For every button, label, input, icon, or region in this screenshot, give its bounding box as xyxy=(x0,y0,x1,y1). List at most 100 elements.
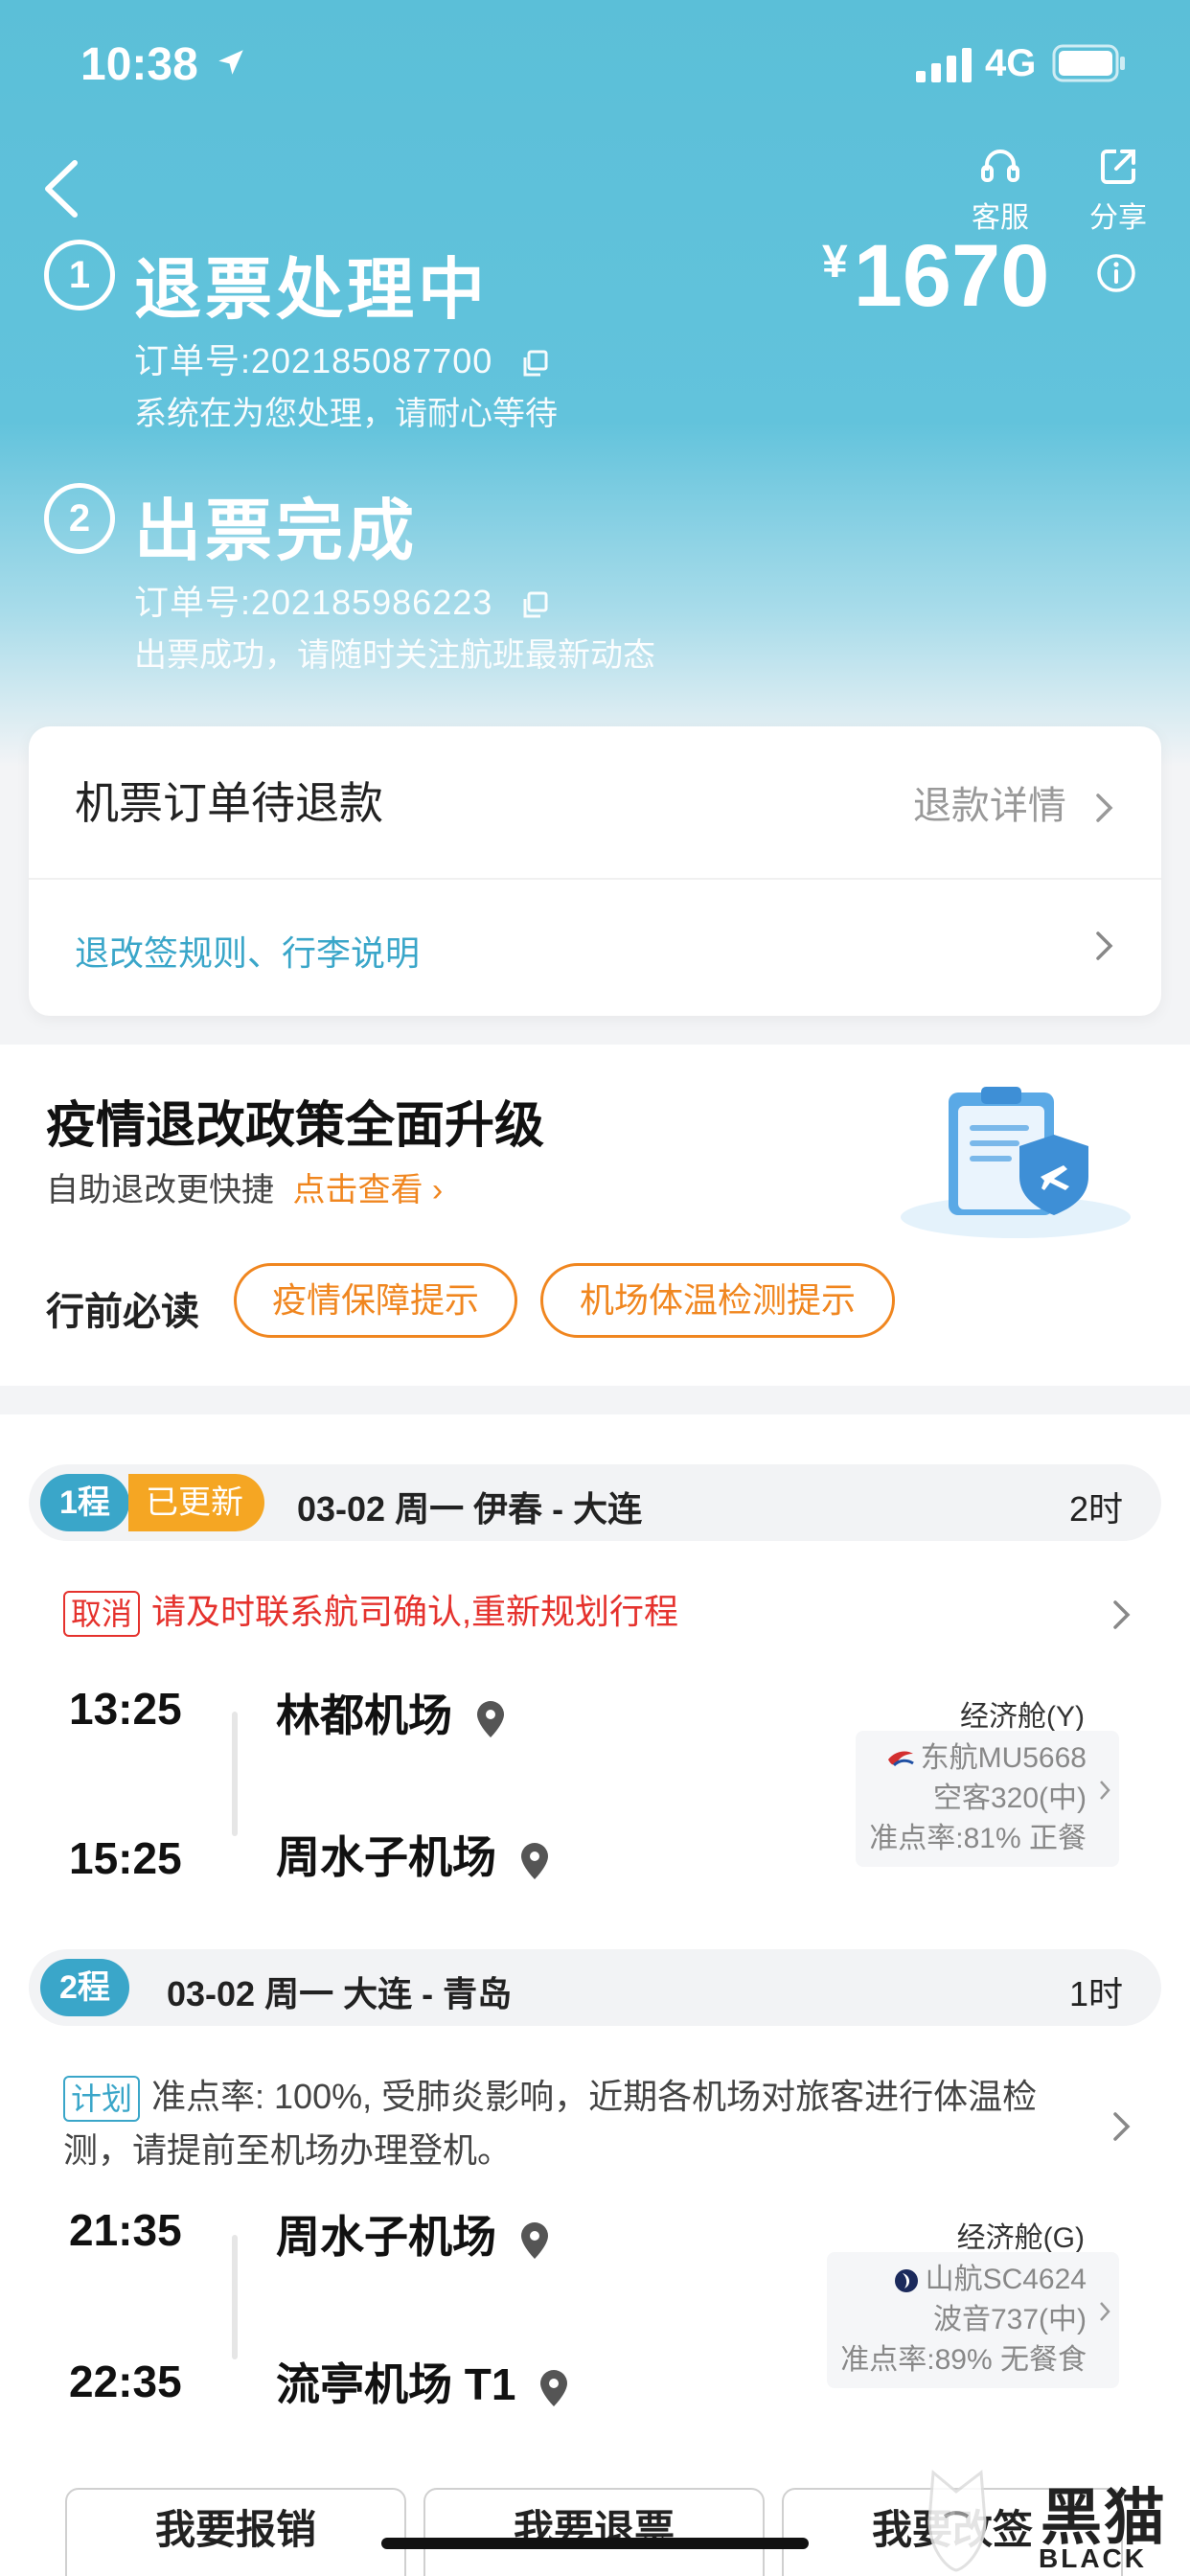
updated-badge: 已更新 xyxy=(128,1474,264,1531)
order-number-text: 订单号:202185986223 xyxy=(134,583,493,622)
order-number: 订单号:202185986223 xyxy=(134,575,549,625)
reimburse-button[interactable]: 我要报销 xyxy=(65,2488,406,2576)
share-label: 分享 xyxy=(1089,202,1147,234)
step-description: 系统在为您处理，请耐心等待 xyxy=(134,396,558,432)
price-amount: 1670 xyxy=(853,227,1050,325)
signal-icon xyxy=(916,48,972,82)
status-bar: 10:38 4G xyxy=(0,0,1190,134)
headset-icon xyxy=(981,150,1019,182)
depart-airport[interactable]: 林都机场 xyxy=(276,1681,507,1744)
info-icon[interactable] xyxy=(1096,253,1136,293)
order-price: ¥1670 xyxy=(822,226,1049,327)
order-number: 订单号:202185087700 xyxy=(134,334,549,383)
step-title: 退票处理中 xyxy=(134,252,489,327)
policy-view-link[interactable]: 点击查看 › xyxy=(292,1172,443,1208)
refund-detail-label: 退款详情 xyxy=(912,785,1066,827)
share-button[interactable]: 分享 xyxy=(1080,146,1156,236)
share-icon xyxy=(1101,150,1135,184)
aircraft-type: 空客320(中) xyxy=(932,1782,1087,1814)
battery-icon xyxy=(1052,44,1125,82)
policy-view-label: 点击查看 xyxy=(292,1172,423,1208)
refund-detail-link[interactable]: 退款详情 xyxy=(913,774,1115,830)
policy-title: 疫情退改政策全面升级 xyxy=(46,1098,545,1154)
pre-read-label: 行前必读 xyxy=(46,1291,199,1333)
location-pin-icon xyxy=(476,1700,504,1737)
segment-badge: 1程 xyxy=(40,1474,129,1531)
location-pin-icon xyxy=(520,2221,548,2259)
depart-airport[interactable]: 周水子机场 xyxy=(276,2202,551,2266)
flight-number: 山航SC4624 xyxy=(840,2260,1087,2300)
flight-line xyxy=(232,2235,238,2359)
depart-airport-name: 林都机场 xyxy=(276,1690,452,1740)
flight-line xyxy=(232,1712,238,1836)
back-arrow-icon[interactable] xyxy=(38,155,86,222)
plan-notice[interactable]: 计划 准点率: 100%, 受肺炎影响，近期各机场对旅客进行体温检测，请提前至机场… xyxy=(63,2070,1079,2177)
airline-logo-icon xyxy=(894,2269,918,2293)
airline-logo-icon xyxy=(887,1751,914,1767)
chevron-right-icon xyxy=(1100,2302,1110,2321)
location-pin-icon xyxy=(540,2369,568,2406)
location-pin-icon xyxy=(520,1842,548,1879)
plan-tag: 计划 xyxy=(63,2076,141,2123)
order-number-text: 订单号:202185087700 xyxy=(134,341,493,380)
epidemic-tips-button[interactable]: 疫情保障提示 xyxy=(234,1263,517,1338)
home-indicator xyxy=(381,2538,809,2549)
arrive-airport-name: 流亭机场 T1 xyxy=(276,2359,516,2409)
chevron-right-icon xyxy=(1096,794,1113,823)
policy-subtitle: 自助退改更快捷 点击查看 › xyxy=(46,1163,443,1210)
aircraft-type: 波音737(中) xyxy=(932,2304,1087,2335)
flight-number-text: 东航MU5668 xyxy=(920,1742,1087,1774)
arrive-airport[interactable]: 流亭机场 T1 xyxy=(276,2350,570,2413)
arrive-airport-name: 周水子机场 xyxy=(276,1832,496,1882)
network-label: 4G xyxy=(985,42,1037,84)
chevron-right-icon[interactable] xyxy=(1111,1598,1133,1631)
chevron-right-icon xyxy=(1100,1781,1110,1800)
step-title: 出票完成 xyxy=(134,494,418,568)
ontime-rate: 准点率:89% 无餐食 xyxy=(840,2344,1087,2376)
flight-info-box[interactable]: 东航MU5668 空客320(中) 准点率:81% 正餐 xyxy=(856,1731,1119,1867)
segment-badge: 2程 xyxy=(40,1959,129,2016)
arrive-time: 15:25 xyxy=(69,1833,182,1883)
chevron-right-icon[interactable] xyxy=(1094,930,1115,962)
depart-time: 21:35 xyxy=(69,2205,182,2255)
flight-number: 东航MU5668 xyxy=(869,1738,1087,1779)
arrive-airport[interactable]: 周水子机场 xyxy=(276,1823,551,1886)
step-number: 1 xyxy=(44,240,115,310)
temperature-check-tips-button[interactable]: 机场体温检测提示 xyxy=(540,1263,895,1338)
flight-number-text: 山航SC4624 xyxy=(925,2264,1087,2295)
price-currency: ¥ xyxy=(822,237,848,288)
cabin-class: 经济舱(G) xyxy=(956,2222,1085,2254)
ontime-rate: 准点率:81% 正餐 xyxy=(869,1823,1087,1854)
copy-icon[interactable] xyxy=(520,349,549,378)
refund-ticket-button[interactable]: 我要退票 xyxy=(423,2488,765,2576)
segment-duration: 1时 xyxy=(1068,1974,1123,2013)
step-description: 出票成功，请随时关注航班最新动态 xyxy=(134,637,655,674)
chevron-right-icon[interactable] xyxy=(1111,2110,1133,2143)
divider xyxy=(29,878,1161,880)
flight-info-box[interactable]: 山航SC4624 波音737(中) 准点率:89% 无餐食 xyxy=(827,2252,1119,2388)
segment-route: 03-02 周一 大连 - 青岛 xyxy=(167,1974,513,2013)
copy-icon[interactable] xyxy=(520,590,549,619)
cancel-notice-text: 请及时联系航司确认,重新规划行程 xyxy=(151,1592,679,1631)
refund-card-title: 机票订单待退款 xyxy=(75,778,383,828)
refund-card: 机票订单待退款 退款详情 退改签规则、行李说明 xyxy=(29,726,1161,1016)
clipboard-shield-illustration xyxy=(901,1087,1131,1238)
cancel-tag: 取消 xyxy=(63,1591,141,1638)
segment-route: 03-02 周一 伊春 - 大连 xyxy=(297,1489,643,1529)
status-time: 10:38 xyxy=(80,39,198,90)
segment-duration: 2时 xyxy=(1068,1489,1123,1529)
watermark-subtext: BLACK CAT xyxy=(1039,2543,1147,2576)
step-number: 2 xyxy=(44,483,115,554)
epidemic-policy-banner: 疫情退改政策全面升级 自助退改更快捷 点击查看 › 行前必读 疫情保障提示 机场… xyxy=(0,1045,1190,1386)
customer-service-button[interactable]: 客服 xyxy=(962,146,1039,236)
segment-header: 2程 03-02 周一 大连 - 青岛 1时 xyxy=(29,1949,1161,2026)
arrive-time: 22:35 xyxy=(69,2357,182,2406)
rules-link[interactable]: 退改签规则、行李说明 xyxy=(75,926,420,976)
location-arrow-icon xyxy=(218,50,243,75)
depart-time: 13:25 xyxy=(69,1684,182,1734)
segment-header: 1程 已更新 03-02 周一 伊春 - 大连 2时 xyxy=(29,1464,1161,1541)
plan-notice-text: 准点率: 100%, 受肺炎影响，近期各机场对旅客进行体温检测，请提前至机场办理… xyxy=(63,2077,1038,2170)
depart-airport-name: 周水子机场 xyxy=(276,2212,496,2262)
cabin-class: 经济舱(Y) xyxy=(960,1701,1085,1733)
cancel-notice[interactable]: 取消 请及时联系航司确认,重新规划行程 xyxy=(63,1585,1079,1639)
